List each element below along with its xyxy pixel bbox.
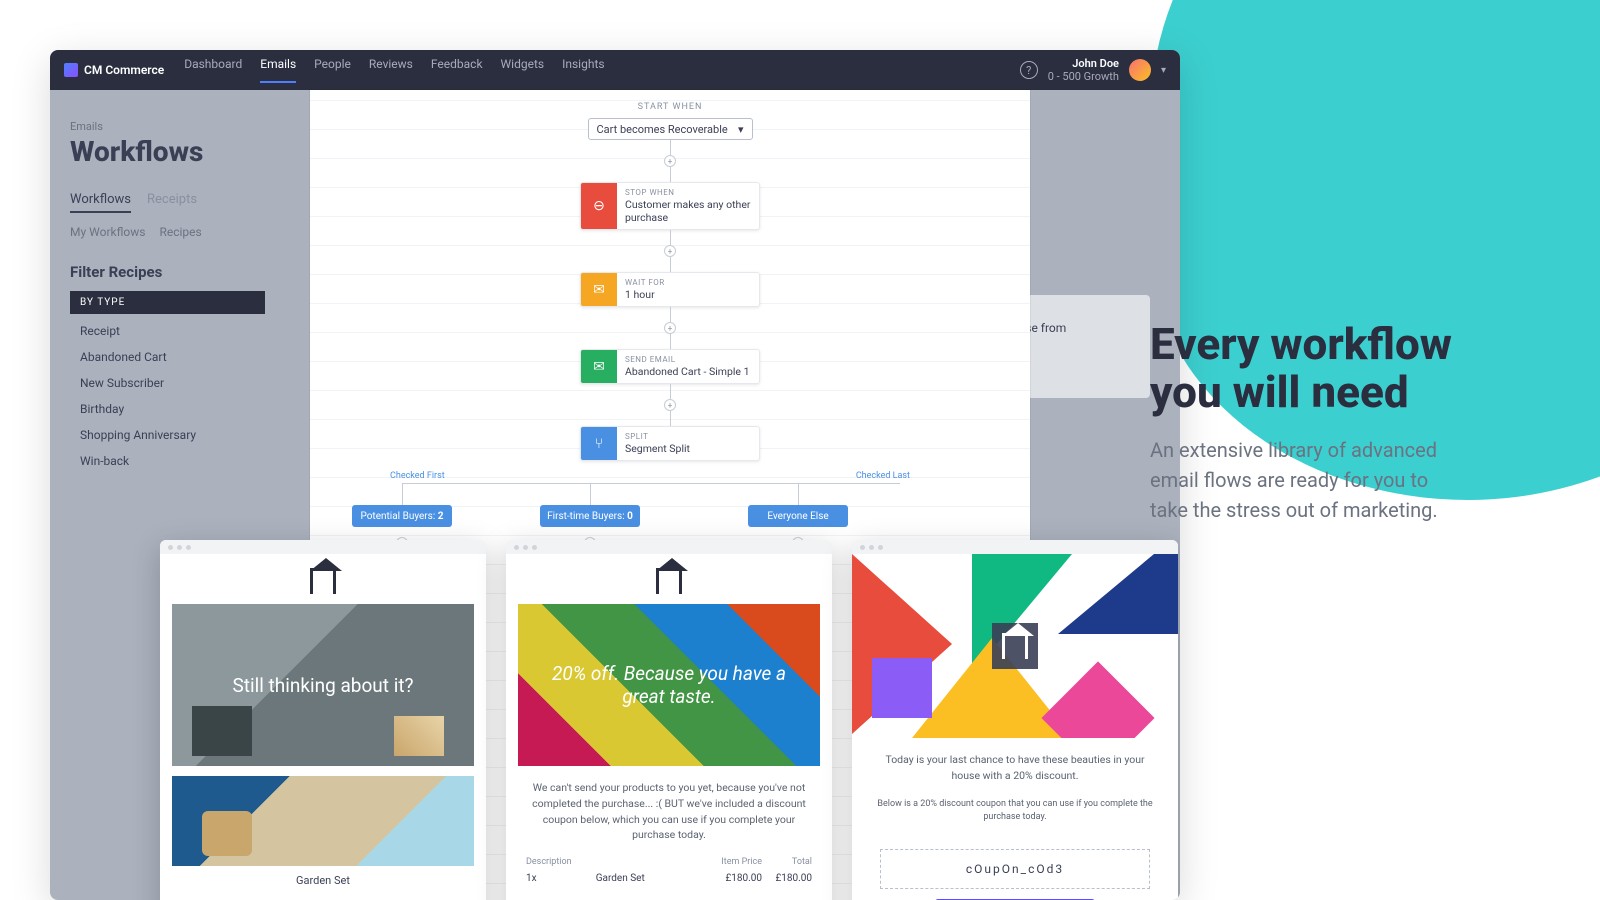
- user-plan: 0 - 500 Growth: [1048, 70, 1119, 83]
- email1-hero: Still thinking about it?: [172, 604, 474, 766]
- node-text: Segment Split: [625, 442, 751, 455]
- node-label: WAIT FOR: [625, 278, 751, 287]
- secondary-tabs: My Workflows Recipes: [70, 225, 265, 239]
- node-wait[interactable]: ✉ WAIT FOR 1 hour: [580, 272, 760, 307]
- trigger-select[interactable]: Cart becomes Recoverable ▾: [588, 118, 753, 140]
- branch-potential[interactable]: Potential Buyers: 2: [352, 505, 452, 527]
- email-previews: Still thinking about it? Garden Set 20% …: [160, 540, 1178, 900]
- email3-subbody: Below is a 20% discount coupon that you …: [852, 798, 1178, 839]
- nav-insights[interactable]: Insights: [562, 57, 604, 83]
- email-preview-1: Still thinking about it? Garden Set: [160, 540, 486, 900]
- hero-title: Every workflow you will need: [1150, 320, 1460, 417]
- hero-copy: Every workflow you will need An extensiv…: [1150, 320, 1460, 525]
- topbar: CM Commerce Dashboard Emails People Revi…: [50, 50, 1180, 90]
- filter-shopping-anniversary[interactable]: Shopping Anniversary: [70, 422, 265, 448]
- house-icon: [656, 568, 682, 594]
- email3-hero: [852, 554, 1178, 738]
- brand-icon: [64, 63, 78, 77]
- filter-group-label: BY TYPE: [70, 291, 265, 314]
- page-title: Workflows: [70, 135, 265, 168]
- email2-hero: 20% off. Because you have a great taste.: [518, 604, 820, 766]
- split-label-first: Checked First: [390, 471, 445, 481]
- breadcrumb: Emails: [70, 120, 265, 133]
- nav-reviews[interactable]: Reviews: [369, 57, 413, 83]
- branch-firsttime[interactable]: First-time Buyers: 0: [540, 505, 640, 527]
- split-icon: ⑂: [581, 427, 617, 460]
- email2-table-header: DescriptionItem PriceTotal: [506, 857, 832, 867]
- chevron-down-icon[interactable]: ▾: [1161, 65, 1166, 76]
- app-screenshot: CM Commerce Dashboard Emails People Revi…: [50, 50, 1180, 900]
- user-meta: John Doe 0 - 500 Growth: [1048, 57, 1119, 83]
- primary-tabs: Workflows Receipts: [70, 192, 265, 213]
- clock-icon: ✉: [581, 273, 617, 306]
- start-label: START WHEN: [310, 102, 1030, 112]
- chevron-down-icon: ▾: [738, 123, 744, 136]
- branch-everyone[interactable]: Everyone Else: [748, 505, 848, 527]
- subtab-recipes[interactable]: Recipes: [159, 225, 201, 239]
- filter-birthday[interactable]: Birthday: [70, 396, 265, 422]
- node-split[interactable]: ⑂ SPLIT Segment Split: [580, 426, 760, 461]
- email1-product-name: Garden Set: [160, 866, 486, 895]
- hero-body: An extensive library of advanced email f…: [1150, 435, 1460, 525]
- coupon-code: cOupOn_cOd3: [880, 849, 1150, 889]
- nav-emails[interactable]: Emails: [260, 57, 296, 83]
- avatar[interactable]: [1129, 59, 1151, 81]
- filter-heading: Filter Recipes: [70, 263, 265, 281]
- sidebar: Emails Workflows Workflows Receipts My W…: [70, 120, 265, 474]
- node-email[interactable]: ✉ SEND EMAIL Abandoned Cart - Simple 1: [580, 349, 760, 384]
- email-preview-3: Today is your last chance to have these …: [852, 540, 1178, 900]
- email2-table-row: 1xGarden Set£180.00£180.00: [506, 867, 832, 890]
- filter-receipt[interactable]: Receipt: [70, 318, 265, 344]
- trigger-text: Cart becomes Recoverable: [597, 123, 728, 136]
- brand-text: CM Commerce: [84, 63, 164, 77]
- tab-receipts[interactable]: Receipts: [147, 192, 197, 213]
- node-text: 1 hour: [625, 288, 751, 301]
- node-label: SPLIT: [625, 432, 751, 441]
- nav-people[interactable]: People: [314, 57, 351, 83]
- node-label: SEND EMAIL: [625, 355, 751, 364]
- email-preview-2: 20% off. Because you have a great taste.…: [506, 540, 832, 900]
- subtab-myworkflows[interactable]: My Workflows: [70, 225, 145, 239]
- filter-winback[interactable]: Win-back: [70, 448, 265, 474]
- split-branches: Checked First Checked Last Potential Buy…: [310, 469, 1030, 549]
- nav-feedback[interactable]: Feedback: [431, 57, 483, 83]
- split-label-last: Checked Last: [856, 471, 910, 481]
- user-name: John Doe: [1048, 57, 1119, 70]
- nav: Dashboard Emails People Reviews Feedback…: [184, 57, 604, 83]
- email1-product-image: [172, 776, 474, 866]
- nav-widgets[interactable]: Widgets: [501, 57, 545, 83]
- email3-body: Today is your last chance to have these …: [852, 738, 1178, 798]
- house-icon: [310, 568, 336, 594]
- node-label: STOP WHEN: [625, 188, 751, 197]
- filter-new-subscriber[interactable]: New Subscriber: [70, 370, 265, 396]
- house-icon: [1002, 633, 1028, 659]
- node-stop[interactable]: ⊖ STOP WHEN Customer makes any other pur…: [580, 182, 760, 230]
- filter-list: Receipt Abandoned Cart New Subscriber Bi…: [70, 318, 265, 474]
- stop-icon: ⊖: [581, 183, 617, 229]
- node-text: Abandoned Cart - Simple 1: [625, 365, 751, 378]
- topbar-right: ? John Doe 0 - 500 Growth ▾: [1020, 57, 1166, 83]
- node-text: Customer makes any other purchase: [625, 198, 751, 224]
- help-icon[interactable]: ?: [1020, 61, 1038, 79]
- nav-dashboard[interactable]: Dashboard: [184, 57, 242, 83]
- filter-abandoned-cart[interactable]: Abandoned Cart: [70, 344, 265, 370]
- email-icon: ✉: [581, 350, 617, 383]
- email2-body: We can't send your products to you yet, …: [506, 766, 832, 857]
- brand[interactable]: CM Commerce: [64, 63, 164, 77]
- tab-workflows[interactable]: Workflows: [70, 192, 131, 213]
